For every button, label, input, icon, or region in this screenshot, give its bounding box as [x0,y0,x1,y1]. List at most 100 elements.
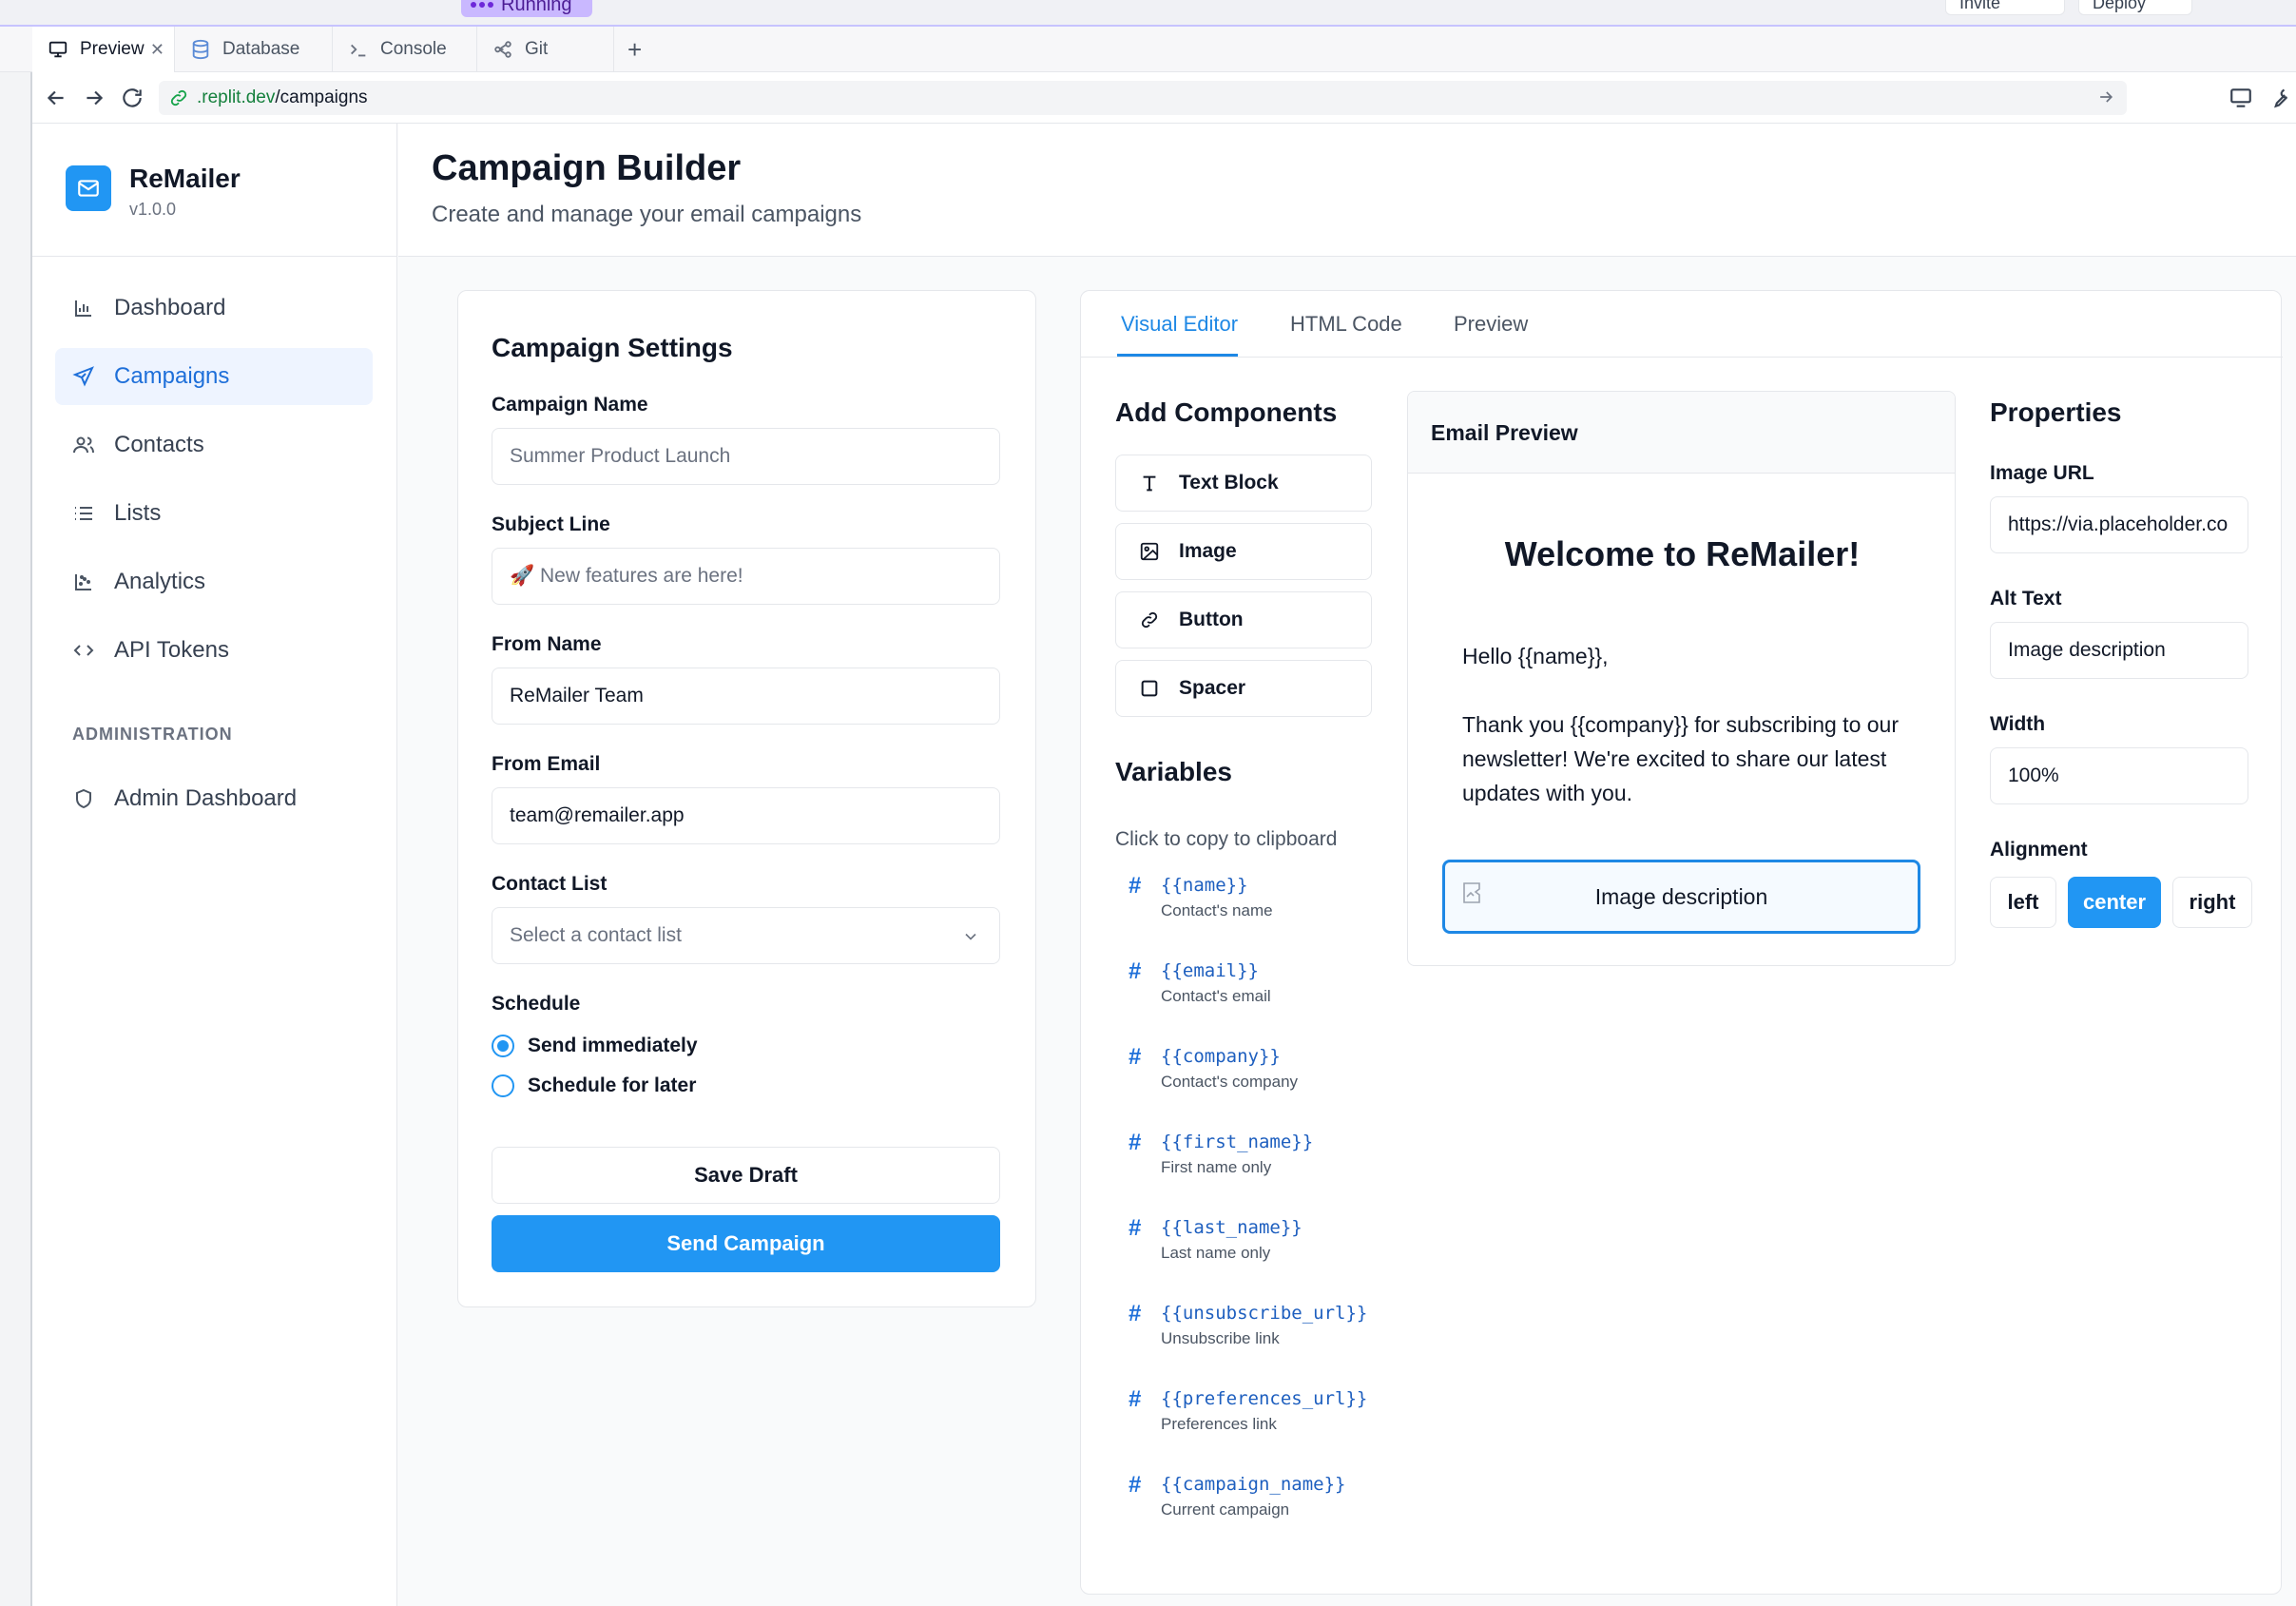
shield-icon [76,788,91,809]
url-field[interactable]: .replit.dev/campaigns [159,81,2127,115]
sidebar-section-heading: ADMINISTRATION [72,725,233,744]
variable-code: {{name}} [1161,875,1248,896]
tab-visual-editor[interactable]: Visual Editor [1121,312,1238,337]
alt-text-input[interactable]: Image description [1990,622,2248,679]
sidebar-item-admin-dashboard[interactable]: Admin Dashboard [55,770,373,827]
deploy-label: Deploy [2093,0,2147,12]
close-icon[interactable]: ✕ [150,40,164,60]
radio-checked-icon [492,1035,514,1057]
tab-preview[interactable]: Preview ✕ [32,27,175,72]
from-name-input[interactable]: ReMailer Team [492,668,1000,725]
variable-code: {{unsubscribe_url}} [1161,1303,1368,1324]
tab-database[interactable]: Database [175,27,333,72]
radio-schedule-later[interactable]: Schedule for later [492,1074,696,1097]
component-label: Spacer [1179,677,1246,699]
editor-tabs: Visual Editor HTML Code Preview [1081,291,2283,358]
variables-hint: Click to copy to clipboard [1115,828,1338,850]
main-content: Campaign Builder Create and manage your … [398,124,2296,1606]
campaign-name-label: Campaign Name [492,394,648,416]
image-icon [1140,542,1159,561]
contact-list-label: Contact List [492,873,608,895]
running-icon [471,2,493,8]
tab-console-label: Console [380,39,447,59]
add-text-block-button[interactable]: Text Block [1115,455,1372,512]
component-label: Image [1179,540,1237,562]
sidebar-item-label: API Tokens [114,637,229,663]
from-email-label: From Email [492,753,601,775]
tab-git-label: Git [525,39,549,59]
align-center-button[interactable]: center [2068,877,2161,928]
sidebar-item-contacts[interactable]: Contacts [55,416,373,474]
variable-desc: Contact's email [1161,987,1271,1005]
users-icon [73,436,94,454]
add-button-button[interactable]: Button [1115,591,1372,648]
tab-preview-label: Preview [80,39,145,59]
tab-preview[interactable]: Preview [1454,312,1528,337]
hash-icon: # [1129,1130,1142,1155]
from-email-input[interactable]: team@remailer.app [492,787,1000,844]
email-preview-title: Email Preview [1431,420,1578,445]
tab-html-code[interactable]: HTML Code [1290,312,1402,337]
ide-top-strip: Running Invite Deploy [0,0,2296,27]
email-preview-header: Email Preview [1408,392,1955,474]
square-icon [1141,680,1158,697]
align-left-button[interactable]: left [1990,877,2056,928]
email-heading-block[interactable]: Welcome to ReMailer! [1408,534,1955,574]
email-preview: Email Preview Welcome to ReMailer! Hello… [1407,391,1956,966]
editor-card: Visual Editor HTML Code Preview Add Comp… [1080,290,2283,1595]
radio-label: Send immediately [528,1035,698,1056]
devices-icon[interactable] [2228,86,2253,110]
contact-list-placeholder: Select a contact list [510,924,682,946]
git-icon [494,41,511,58]
address-bar: .replit.dev/campaigns [32,72,2296,124]
sidebar-item-analytics[interactable]: Analytics [55,553,373,610]
width-input[interactable]: 100% [1990,747,2248,804]
hash-icon: # [1129,1215,1142,1241]
go-arrow-icon[interactable] [2096,87,2115,106]
send-campaign-button[interactable]: Send Campaign [492,1215,1000,1272]
app-root: ReMailer v1.0.0 Dashboard Campaigns Cont… [32,124,2296,1606]
deploy-button[interactable]: Deploy [2078,0,2192,15]
radio-send-immediately[interactable]: Send immediately [492,1035,698,1057]
tab-git[interactable]: Git [477,27,614,72]
running-status-pill[interactable]: Running [461,0,592,17]
campaign-name-input[interactable]: Summer Product Launch [492,428,1000,485]
monitor-icon [48,41,68,58]
add-image-button[interactable]: Image [1115,523,1372,580]
hash-icon: # [1129,873,1142,899]
sidebar-item-lists[interactable]: Lists [55,485,373,542]
subject-line-input[interactable]: 🚀 New features are here! [492,548,1000,605]
broken-image-icon [1463,882,1480,903]
add-tab-button[interactable]: + [627,27,642,72]
variable-desc: Contact's name [1161,901,1273,919]
brand-name: ReMailer [129,164,241,193]
brand-version: v1.0.0 [129,200,177,219]
invite-button[interactable]: Invite [1945,0,2065,15]
code-icon [73,645,94,656]
contact-list-select[interactable]: Select a contact list [492,907,1000,964]
back-arrow-icon[interactable] [44,86,68,110]
page-subtitle: Create and manage your email campaigns [432,202,862,227]
email-body-block[interactable]: Thank you {{company}} for subscribing to… [1462,707,1919,810]
reload-icon[interactable] [120,86,145,110]
chevron-down-icon [965,933,976,940]
brand: ReMailer v1.0.0 [32,124,397,257]
wrench-icon[interactable] [2267,86,2291,110]
variable-desc: Contact's company [1161,1073,1299,1091]
sidebar-item-dashboard[interactable]: Dashboard [55,280,373,337]
sidebar-item-campaigns[interactable]: Campaigns [55,348,373,405]
align-right-button[interactable]: right [2172,877,2252,928]
image-url-input[interactable]: https://via.placeholder.co [1990,496,2248,553]
database-icon [192,39,209,60]
save-draft-button[interactable]: Save Draft [492,1147,1000,1204]
sidebar-item-label: Analytics [114,569,206,594]
email-greeting-block[interactable]: Hello {{name}}, [1462,639,1919,673]
add-spacer-button[interactable]: Spacer [1115,660,1372,717]
mail-logo-icon [66,165,111,211]
forward-arrow-icon[interactable] [82,86,106,110]
tab-console[interactable]: Console [333,27,477,72]
bar-chart-icon [75,300,91,317]
email-image-block-selected[interactable]: Image description [1442,860,1920,934]
sidebar-item-api-tokens[interactable]: API Tokens [55,622,373,679]
alignment-label: Alignment [1990,839,2088,861]
